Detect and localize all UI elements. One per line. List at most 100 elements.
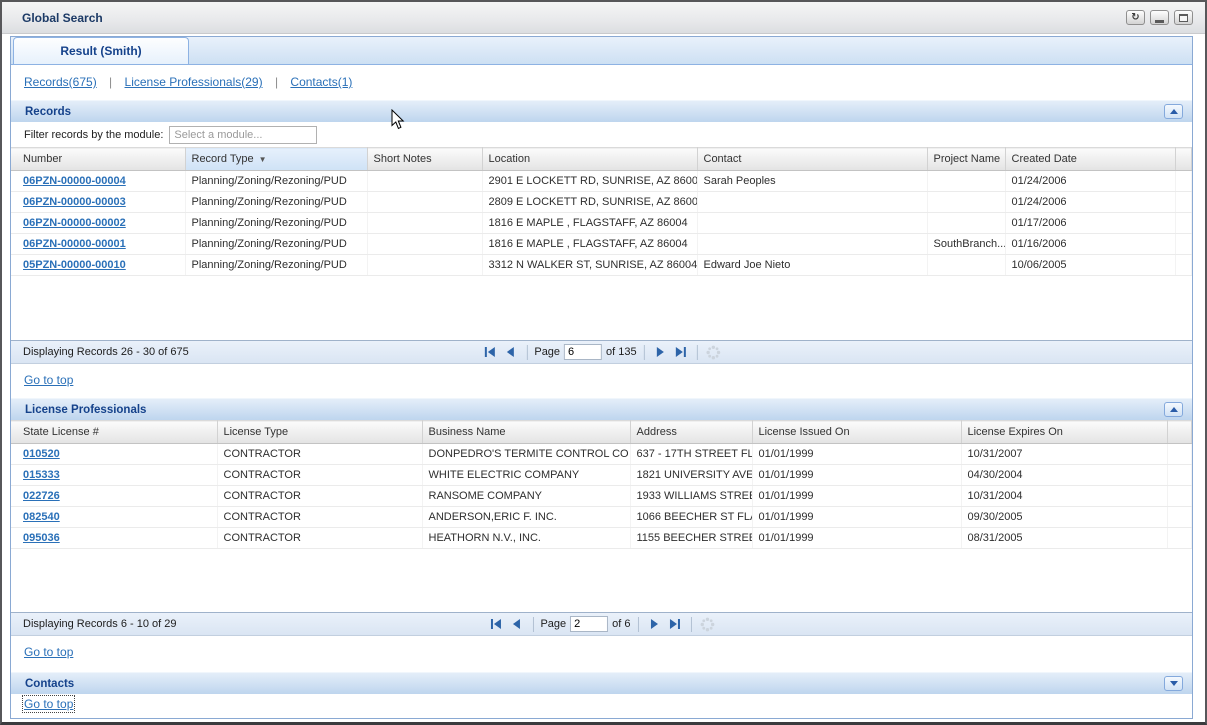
record-number-link[interactable]: 06PZN-00000-00001 [23, 238, 126, 250]
license-professionals-table: State License # License Type Business Na… [11, 420, 1192, 549]
first-page-button[interactable] [481, 343, 498, 361]
license-professionals-section: License Professionals State License # Li… [11, 398, 1192, 668]
records-anchor-link[interactable]: Records(675) [24, 75, 97, 89]
licenses-go-to-top-link[interactable]: Go to top [24, 645, 73, 659]
records-go-to-top-link[interactable]: Go to top [24, 373, 73, 387]
result-nav-links: Records(675) | License Professionals(29)… [11, 65, 1192, 98]
created-date-cell: 01/24/2006 [1005, 171, 1175, 192]
table-row: 06PZN-00000-00001 Planning/Zoning/Rezoni… [11, 234, 1192, 255]
refresh-grid-button[interactable] [705, 343, 722, 361]
license-expires-cell: 10/31/2007 [961, 444, 1167, 465]
column-header-license-expires-on[interactable]: License Expires On [961, 421, 1167, 444]
column-header-business-name[interactable]: Business Name [422, 421, 630, 444]
column-header-state-license[interactable]: State License # [11, 421, 217, 444]
pager-separator [697, 345, 698, 360]
column-header-address[interactable]: Address [630, 421, 752, 444]
records-header-row: Number Record Type▼ Short Notes Location… [11, 148, 1192, 171]
module-filter-input[interactable] [169, 126, 317, 144]
refresh-grid-button[interactable] [699, 615, 716, 633]
record-number-link[interactable]: 06PZN-00000-00003 [23, 196, 126, 208]
records-go-to-top-row: Go to top [11, 364, 1192, 396]
filler-cell [1175, 234, 1192, 255]
short-notes-cell [367, 171, 482, 192]
license-professionals-anchor-link[interactable]: License Professionals(29) [125, 75, 263, 89]
next-page-button[interactable] [652, 343, 669, 361]
last-page-button[interactable] [667, 615, 684, 633]
next-page-icon [653, 345, 667, 359]
record-type-cell: Planning/Zoning/Rezoning/PUD [185, 213, 367, 234]
column-header-license-type[interactable]: License Type [217, 421, 422, 444]
license-type-cell: CONTRACTOR [217, 486, 422, 507]
first-page-button[interactable] [487, 615, 504, 633]
last-page-icon [674, 345, 688, 359]
last-page-button[interactable] [673, 343, 690, 361]
license-number-link[interactable]: 022726 [23, 490, 60, 502]
license-number-link[interactable]: 010520 [23, 448, 60, 460]
previous-page-button[interactable] [502, 343, 519, 361]
table-row: 06PZN-00000-00002 Planning/Zoning/Rezoni… [11, 213, 1192, 234]
column-header-record-type[interactable]: Record Type▼ [185, 148, 367, 171]
record-number-link[interactable]: 05PZN-00000-00010 [23, 259, 126, 271]
contacts-anchor-link[interactable]: Contacts(1) [290, 75, 352, 89]
records-collapse-button[interactable] [1164, 104, 1183, 119]
table-row: 095036 CONTRACTOR HEATHORN N.V., INC. 11… [11, 528, 1192, 549]
location-cell: 3312 N WALKER ST, SUNRISE, AZ 86004 [482, 255, 697, 276]
short-notes-cell [367, 255, 482, 276]
next-page-button[interactable] [646, 615, 663, 633]
pager-separator [638, 617, 639, 632]
contacts-section-header: Contacts [11, 672, 1192, 694]
record-type-cell: Planning/Zoning/Rezoning/PUD [185, 171, 367, 192]
business-name-cell: DONPEDRO'S TERMITE CONTROL CO [422, 444, 630, 465]
project-name-cell: SouthBranch... [927, 234, 1005, 255]
records-section-title: Records [25, 106, 71, 118]
license-number-link[interactable]: 095036 [23, 532, 60, 544]
minimize-button[interactable] [1150, 10, 1169, 25]
column-header-location[interactable]: Location [482, 148, 697, 171]
column-header-license-issued-on[interactable]: License Issued On [752, 421, 961, 444]
record-type-cell: Planning/Zoning/Rezoning/PUD [185, 234, 367, 255]
column-header-short-notes[interactable]: Short Notes [367, 148, 482, 171]
contact-cell [697, 213, 927, 234]
filler-cell [1167, 486, 1192, 507]
contact-cell: Sarah Peoples [697, 171, 927, 192]
address-cell: 1066 BEECHER ST FLA... [630, 507, 752, 528]
previous-page-icon [510, 617, 524, 631]
tab-result-smith[interactable]: Result (Smith) [13, 37, 189, 64]
previous-page-button[interactable] [508, 615, 525, 633]
address-cell: 1933 WILLIAMS STREE... [630, 486, 752, 507]
license-expires-cell: 09/30/2005 [961, 507, 1167, 528]
record-number-link[interactable]: 06PZN-00000-00002 [23, 217, 126, 229]
refresh-window-button[interactable]: ↻ [1126, 10, 1145, 25]
column-header-contact[interactable]: Contact [697, 148, 927, 171]
record-type-cell: Planning/Zoning/Rezoning/PUD [185, 192, 367, 213]
license-issued-cell: 01/01/1999 [752, 444, 961, 465]
licenses-go-to-top-row: Go to top [11, 636, 1192, 668]
column-header-number[interactable]: Number [11, 148, 185, 171]
contacts-expand-button[interactable] [1164, 676, 1183, 691]
next-page-icon [647, 617, 661, 631]
maximize-button[interactable] [1174, 10, 1193, 25]
record-number-link[interactable]: 06PZN-00000-00004 [23, 175, 126, 187]
license-number-link[interactable]: 015333 [23, 469, 60, 481]
license-number-link[interactable]: 082540 [23, 511, 60, 523]
filler-cell [1175, 192, 1192, 213]
table-row: 022726 CONTRACTOR RANSOME COMPANY 1933 W… [11, 486, 1192, 507]
chevron-down-icon [1170, 681, 1178, 686]
column-header-project-name[interactable]: Project Name [927, 148, 1005, 171]
records-pager-status: Displaying Records 26 - 30 of 675 [23, 346, 189, 358]
pager-separator [691, 617, 692, 632]
column-header-created-date[interactable]: Created Date [1005, 148, 1175, 171]
licenses-page-input[interactable] [570, 616, 608, 632]
pager-separator [644, 345, 645, 360]
license-professionals-collapse-button[interactable] [1164, 402, 1183, 417]
location-cell: 1816 E MAPLE , FLAGSTAFF, AZ 86004 [482, 213, 697, 234]
contacts-section: Contacts Go to top [11, 672, 1192, 715]
last-page-icon [668, 617, 682, 631]
table-row: 06PZN-00000-00004 Planning/Zoning/Rezoni… [11, 171, 1192, 192]
contacts-go-to-top-link[interactable]: Go to top [24, 697, 73, 711]
page-label: Page [534, 346, 560, 358]
filler-cell [1175, 171, 1192, 192]
records-page-input[interactable] [564, 344, 602, 360]
created-date-cell: 01/24/2006 [1005, 192, 1175, 213]
created-date-cell: 01/17/2006 [1005, 213, 1175, 234]
